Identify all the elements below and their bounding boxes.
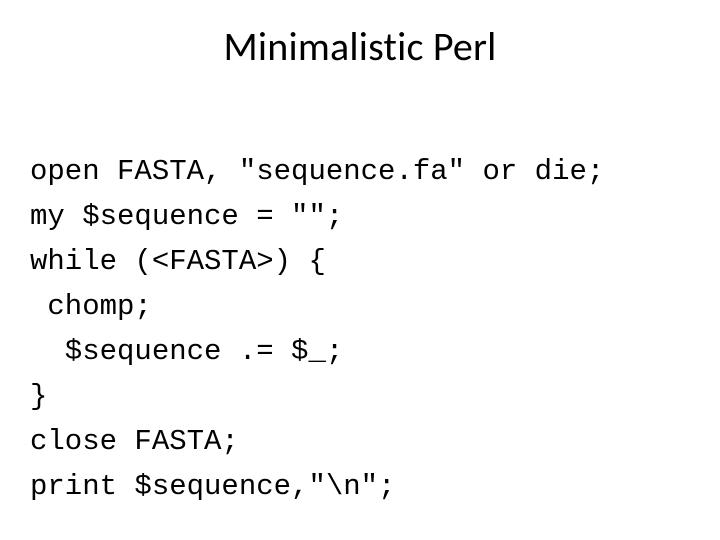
code-line: open FASTA, "sequence.fa" or die; [30, 155, 604, 188]
code-line: print $sequence,"\n"; [30, 470, 395, 503]
code-line: close FASTA; [30, 425, 239, 458]
code-block: open FASTA, "sequence.fa" or die; my $se… [30, 105, 690, 509]
code-line: } [30, 380, 47, 413]
slide: Minimalistic Perl open FASTA, "sequence.… [0, 0, 720, 540]
code-line: while (<FASTA>) { [30, 245, 326, 278]
slide-title: Minimalistic Perl [30, 22, 690, 71]
code-line: my $sequence = ""; [30, 200, 343, 233]
code-line: $sequence .= $_; [30, 335, 343, 368]
code-line: chomp; [30, 290, 152, 323]
